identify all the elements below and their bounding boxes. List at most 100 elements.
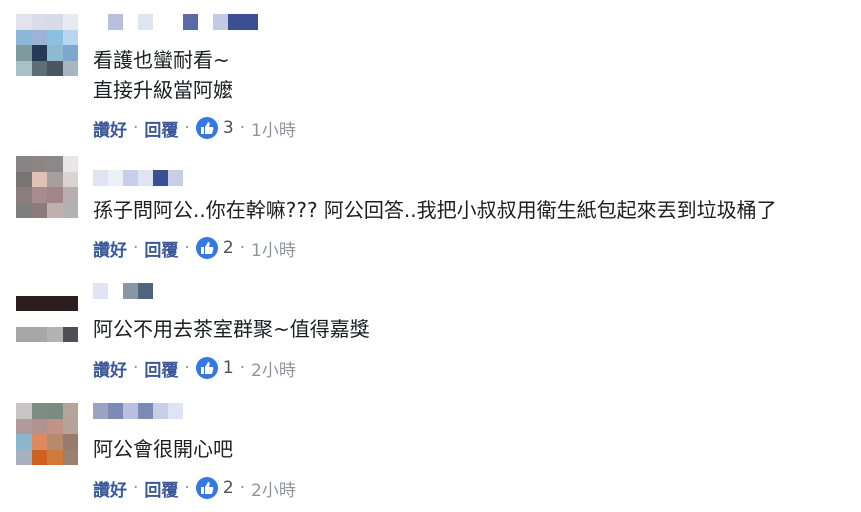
name-pixel xyxy=(138,283,153,299)
avatar-pixel xyxy=(31,311,47,327)
name-pixel xyxy=(138,403,153,419)
name-pixel xyxy=(93,403,108,419)
comment-text: 孫子問阿公..你在幹嘛??? 阿公回答..我把小叔叔用衛生紙包起來丟到垃圾桶了 xyxy=(93,195,777,225)
avatar-pixel xyxy=(31,187,47,203)
comment-text-line: 阿公會很開心吧 xyxy=(93,437,233,461)
like-count[interactable]: 2 xyxy=(223,478,234,498)
avatar-pixel xyxy=(62,14,78,30)
avatar-pixel xyxy=(47,311,63,327)
name-pixel xyxy=(123,403,138,419)
avatar-pixel xyxy=(62,45,78,61)
avatar-pixel xyxy=(47,295,63,311)
like-count[interactable]: 3 xyxy=(223,118,234,138)
separator-dot: · xyxy=(239,118,246,138)
avatar-pixel xyxy=(62,295,78,311)
thumbs-up-icon[interactable] xyxy=(195,117,218,139)
name-pixel xyxy=(123,14,138,30)
comment-actions: 讚好 · 回覆 · 1 · 2小時 xyxy=(93,356,296,381)
avatar-pixel xyxy=(31,171,47,187)
comment-text: 看護也蠻耐看~ 直接升級當阿嬤 xyxy=(93,45,233,105)
comment-text-line: 看護也蠻耐看~ xyxy=(93,48,230,72)
avatar-pixel xyxy=(31,418,47,434)
like-count[interactable]: 1 xyxy=(223,358,234,378)
separator-dot: · xyxy=(184,478,190,498)
avatar-pixel xyxy=(62,29,78,45)
avatar-pixel xyxy=(62,326,78,342)
name-pixel xyxy=(153,14,168,30)
avatar[interactable] xyxy=(16,14,78,76)
thumbs-up-icon[interactable] xyxy=(195,237,218,259)
avatar[interactable] xyxy=(16,280,78,342)
avatar-pixel xyxy=(62,403,78,419)
thumbs-up-icon[interactable] xyxy=(195,477,218,499)
separator-dot: · xyxy=(133,118,139,138)
avatar-pixel xyxy=(47,29,63,45)
commenter-name-blurred[interactable] xyxy=(93,170,183,186)
avatar-pixel xyxy=(31,29,47,45)
separator-dot: · xyxy=(184,358,190,378)
comment-text-line: 孫子問阿公..你在幹嘛??? 阿公回答..我把小叔叔用衛生紙包起來丟到垃圾桶了 xyxy=(93,198,777,222)
avatar-pixel xyxy=(47,14,63,30)
avatar-pixel xyxy=(16,326,32,342)
avatar-pixel xyxy=(62,434,78,450)
reply-button[interactable]: 回覆 xyxy=(144,356,178,381)
timestamp[interactable]: 2小時 xyxy=(251,476,296,501)
avatar-pixel xyxy=(47,449,63,465)
timestamp[interactable]: 1小時 xyxy=(251,236,296,261)
like-button[interactable]: 讚好 xyxy=(93,476,127,501)
avatar-pixel xyxy=(16,187,32,203)
name-pixel xyxy=(168,403,183,419)
separator-dot: · xyxy=(133,358,139,378)
commenter-name-blurred[interactable] xyxy=(93,403,183,419)
name-pixel xyxy=(168,14,183,30)
thumbs-up-icon[interactable] xyxy=(195,357,218,379)
avatar-pixel xyxy=(47,156,63,172)
avatar-pixel xyxy=(31,280,47,296)
comment-actions: 讚好 · 回覆 · 2 · 2小時 xyxy=(93,476,296,501)
like-button[interactable]: 讚好 xyxy=(93,116,127,141)
name-pixel xyxy=(198,14,213,30)
avatar-pixel xyxy=(16,45,32,61)
like-count[interactable]: 2 xyxy=(223,238,234,258)
timestamp[interactable]: 1小時 xyxy=(251,116,296,141)
avatar-pixel xyxy=(31,295,47,311)
name-pixel xyxy=(108,283,123,299)
avatar-pixel xyxy=(31,202,47,218)
avatar-pixel xyxy=(31,403,47,419)
avatar-pixel xyxy=(47,187,63,203)
avatar-pixel xyxy=(47,326,63,342)
name-pixel xyxy=(138,170,153,186)
like-button[interactable]: 讚好 xyxy=(93,236,127,261)
avatar-pixel xyxy=(31,326,47,342)
commenter-name-blurred[interactable] xyxy=(93,14,273,30)
avatar-pixel xyxy=(47,434,63,450)
avatar[interactable] xyxy=(16,403,78,465)
name-pixel xyxy=(108,14,123,30)
reply-button[interactable]: 回覆 xyxy=(144,236,178,261)
avatar-pixel xyxy=(16,156,32,172)
avatar-pixel xyxy=(16,449,32,465)
comment-text: 阿公會很開心吧 xyxy=(93,434,233,464)
name-pixel xyxy=(123,170,138,186)
commenter-name-blurred[interactable] xyxy=(93,283,153,299)
name-pixel xyxy=(108,403,123,419)
separator-dot: · xyxy=(239,358,246,378)
avatar-pixel xyxy=(47,403,63,419)
avatar[interactable] xyxy=(16,156,78,218)
avatar-pixel xyxy=(31,60,47,76)
comment-actions: 讚好 · 回覆 · 2 · 1小時 xyxy=(93,236,296,261)
comment-actions: 讚好 · 回覆 · 3 · 1小時 xyxy=(93,116,296,141)
reply-button[interactable]: 回覆 xyxy=(144,116,178,141)
comment-text-line: 阿公不用去茶室群聚~值得嘉獎 xyxy=(93,317,370,341)
avatar-pixel xyxy=(62,202,78,218)
avatar-pixel xyxy=(16,171,32,187)
like-button[interactable]: 讚好 xyxy=(93,356,127,381)
name-pixel xyxy=(153,170,168,186)
avatar-pixel xyxy=(47,171,63,187)
separator-dot: · xyxy=(184,118,190,138)
avatar-pixel xyxy=(47,202,63,218)
name-pixel xyxy=(93,283,108,299)
reply-button[interactable]: 回覆 xyxy=(144,476,178,501)
name-pixel xyxy=(138,14,153,30)
timestamp[interactable]: 2小時 xyxy=(251,356,296,381)
